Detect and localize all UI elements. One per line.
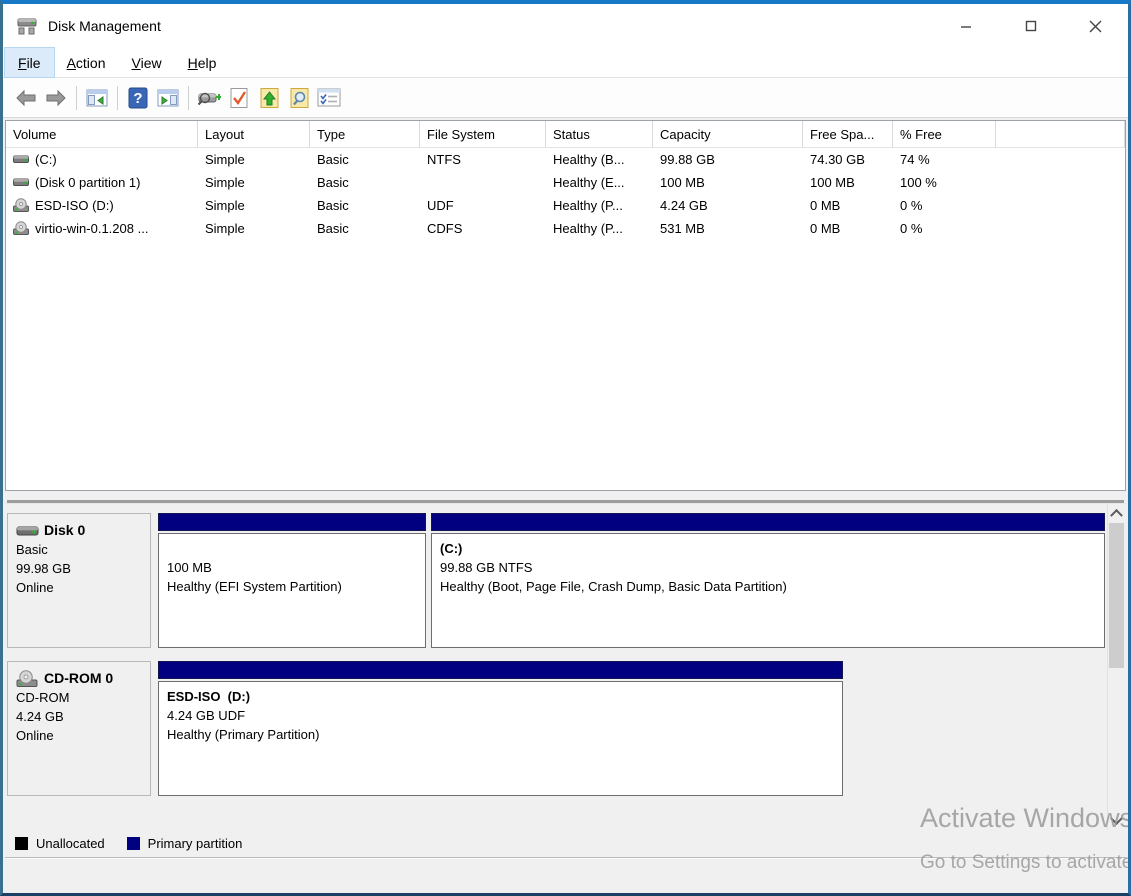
- folder-search-icon: [289, 87, 310, 109]
- check-volume-button[interactable]: [224, 83, 254, 113]
- folder-up-arrow-button[interactable]: [254, 83, 284, 113]
- properties-list-button[interactable]: [314, 83, 344, 113]
- help-button[interactable]: ?: [123, 83, 153, 113]
- show-console-tree-button[interactable]: [82, 83, 112, 113]
- hard-disk-icon: [13, 152, 30, 167]
- menu-file[interactable]: File: [5, 48, 54, 77]
- menu-view[interactable]: View: [119, 48, 175, 77]
- menu-help[interactable]: Help: [175, 48, 230, 77]
- graphical-view: Disk 0 Basic 99.98 GB Online 100 MB H: [5, 503, 1126, 830]
- title-bar: Disk Management: [3, 4, 1128, 48]
- disk-management-app-icon: [16, 16, 38, 36]
- column-header-capacity[interactable]: Capacity: [653, 121, 803, 147]
- scrollbar-thumb[interactable]: [1109, 523, 1124, 668]
- column-header-layout[interactable]: Layout: [198, 121, 310, 147]
- primary-partition-label: Primary partition: [148, 836, 243, 851]
- unallocated-label: Unallocated: [36, 836, 105, 851]
- minimize-icon: [960, 20, 972, 32]
- pane-gap: [5, 491, 1126, 500]
- folder-up-arrow-icon: [259, 87, 280, 109]
- chevron-up-icon: [1110, 509, 1123, 522]
- show-action-pane-button[interactable]: [153, 83, 183, 113]
- cdrom-0-row: CD-ROM 0 CD-ROM 4.24 GB Online ESD-ISO (…: [7, 661, 1105, 796]
- hard-disk-icon: [16, 522, 40, 540]
- close-icon: [1089, 20, 1102, 33]
- toolbar: ?: [3, 78, 1128, 118]
- close-button[interactable]: [1063, 4, 1128, 48]
- cd-rom-icon: [13, 221, 30, 236]
- folder-search-button[interactable]: [284, 83, 314, 113]
- chevron-down-icon: [1110, 812, 1123, 825]
- back-icon: [15, 89, 37, 107]
- help-icon: ?: [128, 87, 148, 109]
- cdrom-0-size: 4.24 GB: [16, 707, 144, 726]
- column-header-filler: [996, 121, 1125, 147]
- forward-button[interactable]: [41, 83, 71, 113]
- toolbar-separator: [76, 86, 77, 110]
- check-volume-icon: [229, 87, 249, 109]
- partition-esd-iso-color-bar: [158, 661, 843, 679]
- rescan-disks-button[interactable]: [194, 83, 224, 113]
- scroll-down-button[interactable]: [1108, 813, 1125, 830]
- partition-c[interactable]: (C:) 99.88 GB NTFS Healthy (Boot, Page F…: [431, 513, 1105, 648]
- cdrom-0-status: Online: [16, 726, 144, 745]
- window-controls: [933, 4, 1128, 48]
- primary-partition-swatch: [127, 837, 140, 850]
- legend-bar: Unallocated Primary partition: [5, 830, 1126, 858]
- svg-text:?: ?: [133, 90, 142, 107]
- column-header-type[interactable]: Type: [310, 121, 420, 147]
- partition-efi-color-bar: [158, 513, 426, 531]
- main-content: Volume Layout Type File System Status Ca…: [3, 118, 1128, 892]
- volume-list: Volume Layout Type File System Status Ca…: [5, 120, 1126, 491]
- toolbar-separator: [188, 86, 189, 110]
- forward-icon: [45, 89, 67, 107]
- scroll-up-button[interactable]: [1108, 504, 1125, 521]
- show-console-tree-icon: [86, 89, 108, 107]
- partition-efi[interactable]: 100 MB Healthy (EFI System Partition): [158, 513, 426, 648]
- vertical-scrollbar[interactable]: [1107, 504, 1124, 830]
- cdrom-0-kind: CD-ROM: [16, 688, 144, 707]
- rescan-disks-icon: [197, 89, 221, 107]
- disk-0-status: Online: [16, 578, 144, 597]
- volume-row-esd-iso[interactable]: ESD-ISO (D:) Simple Basic UDF Healthy (P…: [6, 194, 1125, 217]
- volume-row-virtio-win[interactable]: virtio-win-0.1.208 ... Simple Basic CDFS…: [6, 217, 1125, 240]
- column-header-status[interactable]: Status: [546, 121, 653, 147]
- properties-list-icon: [317, 88, 341, 107]
- hard-disk-icon: [13, 175, 30, 190]
- unallocated-swatch: [15, 837, 28, 850]
- column-header-volume[interactable]: Volume: [6, 121, 198, 147]
- minimize-button[interactable]: [933, 4, 998, 48]
- maximize-button[interactable]: [998, 4, 1063, 48]
- status-bar: [5, 858, 1126, 892]
- column-header-file-system[interactable]: File System: [420, 121, 546, 147]
- volume-row-c[interactable]: (C:) Simple Basic NTFS Healthy (B... 99.…: [6, 148, 1125, 171]
- menu-action[interactable]: Action: [54, 48, 119, 77]
- window-title: Disk Management: [48, 18, 161, 34]
- volume-row-disk0-partition1[interactable]: (Disk 0 partition 1) Simple Basic Health…: [6, 171, 1125, 194]
- partition-esd-iso[interactable]: ESD-ISO (D:) 4.24 GB UDF Healthy (Primar…: [158, 661, 843, 796]
- disk-0-kind: Basic: [16, 540, 144, 559]
- cd-rom-icon: [13, 198, 30, 213]
- maximize-icon: [1025, 20, 1037, 32]
- menu-bar: File Action View Help: [3, 48, 1128, 78]
- toolbar-separator: [117, 86, 118, 110]
- back-button[interactable]: [11, 83, 41, 113]
- disk-management-window: Disk Management File Action View Help: [0, 0, 1131, 896]
- disk-0-label[interactable]: Disk 0 Basic 99.98 GB Online: [7, 513, 151, 648]
- cd-rom-icon: [16, 670, 40, 688]
- column-header-percent-free[interactable]: % Free: [893, 121, 996, 147]
- cdrom-0-label[interactable]: CD-ROM 0 CD-ROM 4.24 GB Online: [7, 661, 151, 796]
- volume-list-header: Volume Layout Type File System Status Ca…: [6, 121, 1125, 148]
- show-action-pane-icon: [157, 89, 179, 107]
- column-header-free-space[interactable]: Free Spa...: [803, 121, 893, 147]
- partition-c-color-bar: [431, 513, 1105, 531]
- disk-0-size: 99.98 GB: [16, 559, 144, 578]
- disk-0-row: Disk 0 Basic 99.98 GB Online 100 MB H: [7, 513, 1105, 648]
